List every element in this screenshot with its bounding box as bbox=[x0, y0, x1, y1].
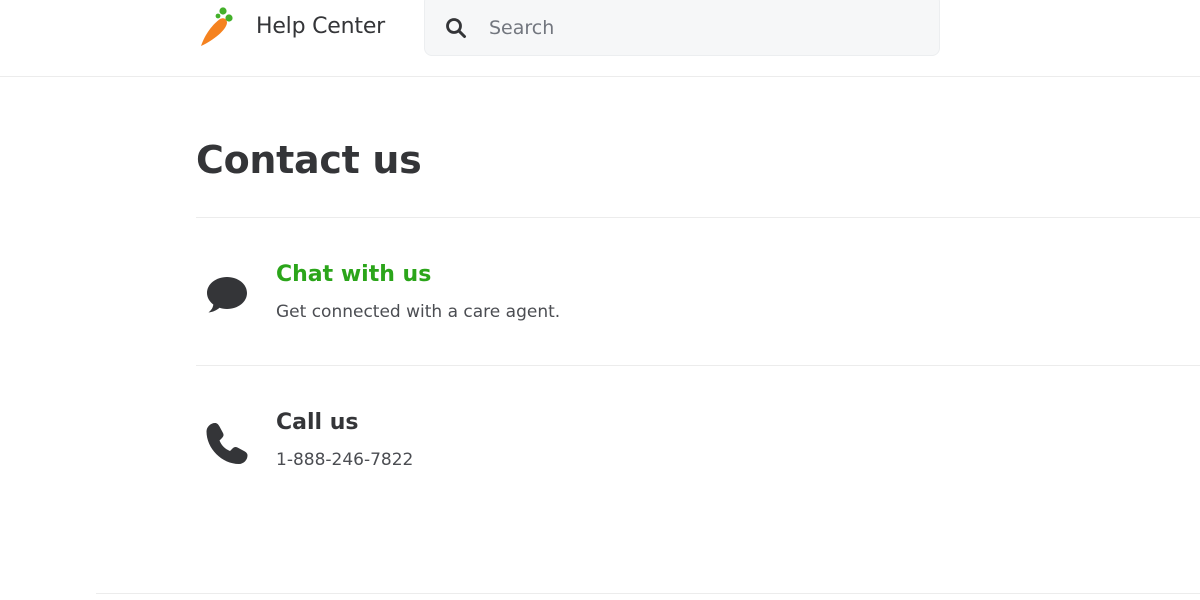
call-us-title: Call us bbox=[276, 410, 359, 435]
chat-with-us-link[interactable]: Chat with us bbox=[276, 262, 431, 287]
search-box[interactable] bbox=[424, 0, 940, 56]
search-input[interactable] bbox=[487, 16, 911, 40]
carrot-logo-icon bbox=[201, 7, 233, 46]
divider bbox=[196, 365, 1200, 366]
home-logo-link[interactable]: Help Center bbox=[196, 4, 385, 48]
phone-number-link[interactable]: 1-888-246-7822 bbox=[276, 450, 413, 470]
divider bbox=[196, 217, 1200, 218]
footer-divider bbox=[96, 593, 1200, 594]
chat-description: Get connected with a care agent. bbox=[276, 302, 561, 322]
page-title: Contact us bbox=[196, 138, 422, 182]
call-option: Call us 1-888-246-7822 bbox=[196, 410, 996, 490]
chat-bubble-icon bbox=[207, 277, 247, 313]
chat-option: Chat with us Get connected with a care a… bbox=[196, 262, 996, 342]
brand-title: Help Center bbox=[256, 13, 385, 39]
phone-icon bbox=[206, 423, 248, 464]
search-icon bbox=[446, 18, 466, 38]
site-header: Help Center bbox=[0, 0, 1200, 77]
